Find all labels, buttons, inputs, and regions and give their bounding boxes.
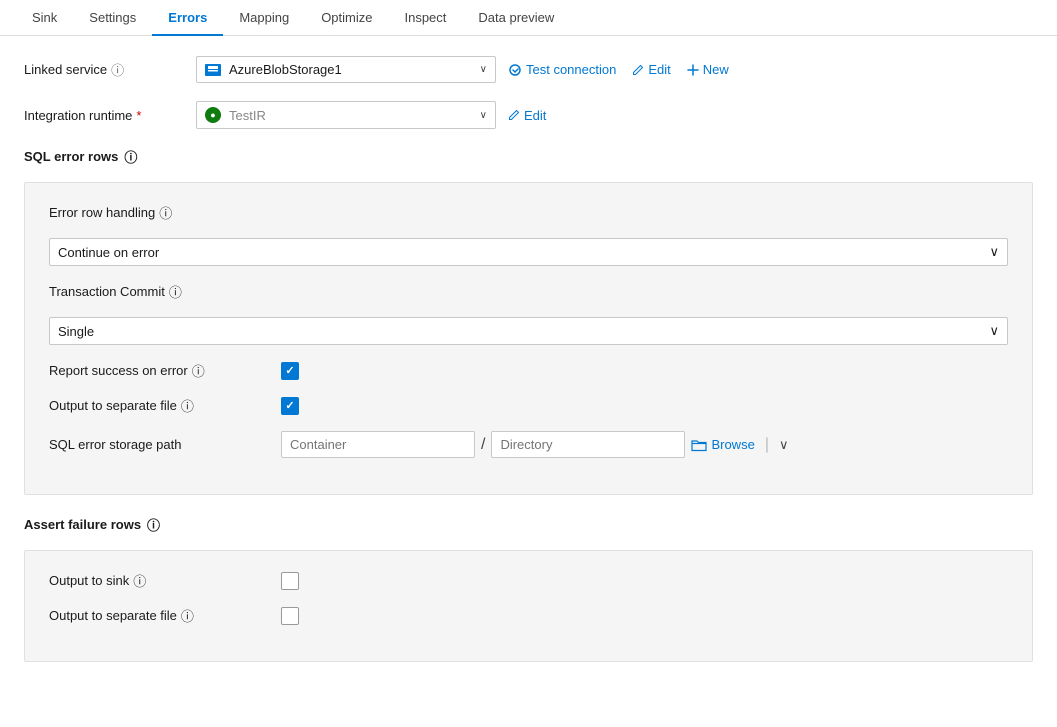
sql-error-section-title: SQL error rows ⓘ	[24, 147, 1033, 166]
assert-failure-section-title: Assert failure rows ⓘ	[24, 515, 1033, 534]
assert-failure-info-icon: ⓘ	[147, 515, 160, 534]
linked-service-label: Linked service ⓘ	[24, 60, 184, 79]
integration-runtime-label: Integration runtime *	[24, 108, 184, 123]
sql-output-separate-file-row: Output to separate file ⓘ	[49, 396, 1008, 415]
linked-service-chevron-icon: ∨	[480, 64, 487, 75]
transaction-commit-dropdown[interactable]: Single ∨	[49, 317, 1008, 345]
error-row-handling-label: Error row handling ⓘ	[49, 203, 269, 222]
output-to-sink-label: Output to sink ⓘ	[49, 571, 269, 590]
assert-output-separate-checkbox[interactable]	[281, 607, 299, 625]
edit-icon	[632, 64, 644, 76]
integration-runtime-value: TestIR	[229, 108, 266, 123]
transaction-commit-row: Transaction Commit ⓘ	[49, 282, 1008, 301]
assert-output-separate-row: Output to separate file ⓘ	[49, 606, 1008, 625]
assert-failure-section-header: Assert failure rows ⓘ	[24, 515, 1033, 534]
required-star: *	[136, 108, 141, 123]
assert-output-separate-info-icon: ⓘ	[181, 606, 194, 625]
plus-icon	[687, 64, 699, 76]
linked-service-row: Linked service ⓘ AzureBlobStorage1 ∨ Tes…	[24, 56, 1033, 83]
transaction-commit-label: Transaction Commit ⓘ	[49, 282, 269, 301]
linked-service-info-icon: ⓘ	[111, 60, 124, 79]
edit-linked-service-button[interactable]: Edit	[632, 62, 670, 77]
linked-service-dropdown[interactable]: AzureBlobStorage1 ∨	[196, 56, 496, 83]
report-success-checkbox[interactable]	[281, 362, 299, 380]
tab-errors[interactable]: Errors	[152, 0, 223, 35]
transaction-commit-chevron-icon: ∨	[989, 323, 999, 339]
sql-output-separate-checkbox[interactable]	[281, 397, 299, 415]
directory-input[interactable]	[491, 431, 685, 458]
main-content: Linked service ⓘ AzureBlobStorage1 ∨ Tes…	[0, 36, 1057, 702]
new-linked-service-button[interactable]: New	[687, 62, 729, 77]
assert-failure-rows-box: Output to sink ⓘ Output to separate file…	[24, 550, 1033, 662]
browse-separator: |	[765, 436, 769, 454]
tab-mapping[interactable]: Mapping	[223, 0, 305, 35]
linked-service-value: AzureBlobStorage1	[229, 62, 342, 77]
storage-icon	[205, 64, 221, 76]
edit-runtime-button[interactable]: Edit	[508, 108, 546, 123]
test-connection-button[interactable]: Test connection	[508, 62, 616, 77]
sql-storage-path-row: SQL error storage path / Browse | ∨	[49, 431, 1008, 458]
sql-error-rows-box: Error row handling ⓘ Continue on error ∨…	[24, 182, 1033, 495]
report-success-row: Report success on error ⓘ	[49, 361, 1008, 380]
folder-icon	[691, 438, 707, 452]
sql-error-section-header: SQL error rows ⓘ	[24, 147, 1033, 166]
sql-storage-path-label: SQL error storage path	[49, 437, 269, 452]
integration-runtime-row: Integration runtime * ● TestIR ∨ Edit	[24, 101, 1033, 129]
container-input[interactable]	[281, 431, 475, 458]
tab-inspect[interactable]: Inspect	[388, 0, 462, 35]
linked-service-label-text: Linked service	[24, 62, 107, 77]
integration-runtime-dropdown[interactable]: ● TestIR ∨	[196, 101, 496, 129]
test-connection-icon	[508, 63, 522, 77]
error-row-handling-dropdown[interactable]: Continue on error ∨	[49, 238, 1008, 266]
output-to-sink-row: Output to sink ⓘ	[49, 571, 1008, 590]
tab-settings[interactable]: Settings	[73, 0, 152, 35]
tab-sink[interactable]: Sink	[16, 0, 73, 35]
error-row-handling-info-icon: ⓘ	[159, 203, 172, 222]
sql-error-info-icon: ⓘ	[124, 147, 137, 166]
error-row-handling-chevron-icon: ∨	[989, 244, 999, 260]
linked-service-actions: Test connection Edit New	[508, 62, 729, 77]
browse-button[interactable]: Browse	[691, 437, 754, 452]
output-to-sink-info-icon: ⓘ	[133, 571, 146, 590]
path-separator: /	[481, 436, 485, 454]
edit-runtime-icon	[508, 109, 520, 121]
integration-runtime-label-text: Integration runtime	[24, 108, 132, 123]
sql-output-separate-info-icon: ⓘ	[181, 396, 194, 415]
output-to-sink-checkbox[interactable]	[281, 572, 299, 590]
assert-output-separate-label: Output to separate file ⓘ	[49, 606, 269, 625]
transaction-commit-info-icon: ⓘ	[169, 282, 182, 301]
report-success-label: Report success on error ⓘ	[49, 361, 269, 380]
storage-path-chevron-icon[interactable]: ∨	[779, 437, 789, 453]
report-success-info-icon: ⓘ	[192, 361, 205, 380]
tab-bar: SinkSettingsErrorsMappingOptimizeInspect…	[0, 0, 1057, 36]
tab-optimize[interactable]: Optimize	[305, 0, 388, 35]
storage-path-inputs: / Browse | ∨	[281, 431, 788, 458]
runtime-status-icon: ●	[205, 107, 221, 123]
sql-output-separate-file-label: Output to separate file ⓘ	[49, 396, 269, 415]
tab-data-preview[interactable]: Data preview	[462, 0, 570, 35]
integration-runtime-chevron-icon: ∨	[480, 110, 487, 121]
error-row-handling-row: Error row handling ⓘ	[49, 203, 1008, 222]
